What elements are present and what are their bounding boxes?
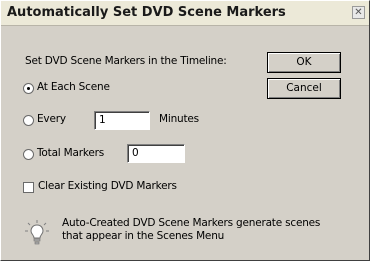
section-label: Set DVD Scene Markers in the Timeline:	[25, 55, 227, 67]
every-minutes-input[interactable]: 1	[94, 111, 150, 130]
close-icon[interactable]: ✕	[352, 6, 365, 19]
total-markers-label: Total Markers	[37, 147, 105, 159]
radio-at-each-scene[interactable]	[23, 83, 34, 94]
clear-markers-label: Clear Existing DVD Markers	[38, 180, 177, 192]
lightbulb-icon	[25, 220, 49, 245]
radio-total-markers[interactable]	[23, 149, 34, 160]
at-each-scene-label: At Each Scene	[37, 81, 110, 93]
ok-button[interactable]: OK	[267, 52, 341, 73]
tip-text-line1: Auto-Created DVD Scene Markers generate …	[62, 217, 321, 229]
clear-markers-checkbox[interactable]	[23, 182, 34, 193]
dialog-title: Automatically Set DVD Scene Markers	[7, 5, 286, 20]
tip-text-line2: that appear in the Scenes Menu	[62, 230, 225, 242]
total-markers-input[interactable]: 0	[127, 144, 185, 163]
title-bar[interactable]: Automatically Set DVD Scene Markers ✕	[1, 1, 369, 26]
dialog-window: Automatically Set DVD Scene Markers ✕ Se…	[0, 0, 370, 261]
radio-every[interactable]	[23, 115, 34, 126]
radio-selected-dot	[27, 87, 30, 90]
minutes-label: Minutes	[159, 113, 199, 125]
every-label: Every	[37, 113, 66, 125]
cancel-button[interactable]: Cancel	[267, 78, 341, 99]
